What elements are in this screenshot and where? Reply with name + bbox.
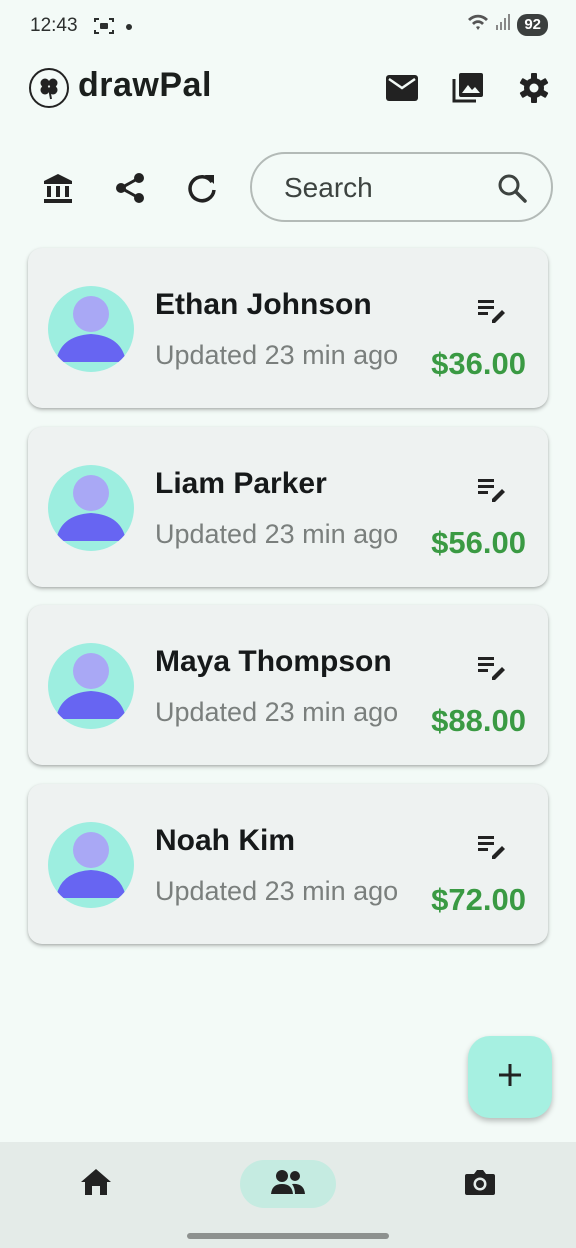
status-icons: 92	[467, 13, 548, 36]
clover-logo-icon	[29, 68, 69, 108]
nav-home[interactable]	[48, 1160, 144, 1208]
contact-amount: $72.00	[431, 882, 526, 917]
contact-updated: Updated 23 min ago	[155, 697, 399, 727]
wifi-icon	[467, 13, 489, 36]
contact-card[interactable]: Ethan Johnson Updated 23 min ago $36.00	[28, 248, 548, 408]
mail-icon[interactable]	[384, 70, 420, 106]
search-input[interactable]: Search	[250, 152, 553, 222]
battery-indicator: 92	[517, 13, 548, 36]
people-icon	[270, 1169, 306, 1200]
nav-people[interactable]	[240, 1160, 336, 1208]
camera-icon	[464, 1168, 496, 1201]
contact-updated: Updated 23 min ago	[155, 876, 399, 906]
contact-name: Maya Thompson	[155, 645, 392, 678]
contact-amount: $56.00	[431, 525, 526, 560]
search-icon[interactable]	[495, 171, 529, 205]
contact-card[interactable]: Liam Parker Updated 23 min ago $56.00	[28, 427, 548, 587]
avatar	[48, 643, 134, 729]
contact-card[interactable]: Noah Kim Updated 23 min ago $72.00	[28, 784, 548, 944]
edit-note-icon[interactable]	[474, 471, 510, 507]
gallery-icon[interactable]	[450, 70, 486, 106]
contact-name: Noah Kim	[155, 824, 296, 857]
contact-updated: Updated 23 min ago	[155, 340, 399, 370]
notification-dot	[126, 24, 132, 30]
avatar	[48, 465, 134, 551]
bank-icon[interactable]	[38, 168, 78, 208]
screen-record-icon	[93, 16, 115, 36]
nav-camera[interactable]	[432, 1160, 528, 1208]
home-icon	[80, 1167, 112, 1202]
refresh-icon[interactable]	[182, 168, 222, 208]
contact-name: Liam Parker	[155, 467, 327, 500]
status-time: 12:43	[30, 15, 78, 36]
search-placeholder: Search	[284, 172, 373, 203]
home-indicator	[187, 1233, 389, 1239]
contact-amount: $36.00	[431, 346, 526, 381]
share-icon[interactable]	[110, 168, 150, 208]
app-title: drawPal	[78, 66, 212, 104]
add-contact-button[interactable]	[468, 1036, 552, 1118]
edit-note-icon[interactable]	[474, 649, 510, 685]
toolbar: Search	[0, 152, 576, 224]
avatar	[48, 286, 134, 372]
contact-card[interactable]: Maya Thompson Updated 23 min ago $88.00	[28, 605, 548, 765]
signal-icon	[495, 13, 511, 36]
edit-note-icon[interactable]	[474, 292, 510, 328]
status-bar: 12:43 92	[0, 0, 576, 56]
avatar	[48, 822, 134, 908]
settings-icon[interactable]	[516, 70, 552, 106]
contact-name: Ethan Johnson	[155, 288, 372, 321]
plus-icon	[498, 1063, 522, 1092]
contact-amount: $88.00	[431, 703, 526, 738]
contact-updated: Updated 23 min ago	[155, 519, 399, 549]
edit-note-icon[interactable]	[474, 828, 510, 864]
app-bar: drawPal	[0, 56, 576, 122]
